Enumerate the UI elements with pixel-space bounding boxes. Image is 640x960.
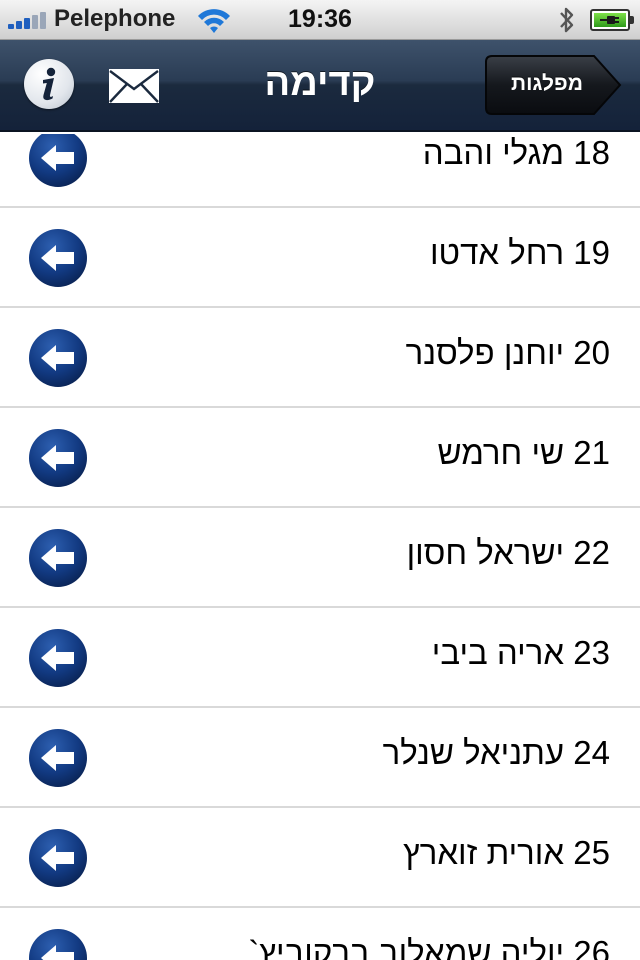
list-item[interactable]: 23 אריה ביבי <box>0 608 640 708</box>
list-item[interactable]: 26 יוליה שמאלוב ברקוביץ` <box>0 908 640 960</box>
candidates-list[interactable]: 18 מגלי והבה 19 רחל אדטו 20 יוחנן פלסנר 21 … <box>0 134 640 960</box>
candidate-number: 24 <box>573 734 610 771</box>
arrow-left-icon[interactable] <box>28 728 88 788</box>
candidate-number: 19 <box>573 234 610 271</box>
candidate-name-text: אריה ביבי <box>431 634 565 671</box>
candidate-name: 25 אורית זוארץ <box>403 834 610 872</box>
candidate-number: 18 <box>573 134 610 171</box>
list-item[interactable]: 22 ישראל חסון <box>0 508 640 608</box>
candidate-name-text: עתניאל שנלר <box>382 734 565 771</box>
candidate-name: 18 מגלי והבה <box>423 134 610 172</box>
battery-icon <box>590 9 634 31</box>
candidate-number: 26 <box>573 934 610 960</box>
candidate-number: 21 <box>573 434 610 471</box>
page-title: קדימה <box>264 62 376 104</box>
arrow-left-icon[interactable] <box>28 528 88 588</box>
mail-icon[interactable] <box>108 68 160 104</box>
info-icon <box>43 67 56 101</box>
list-item[interactable]: 19 רחל אדטו <box>0 208 640 308</box>
bluetooth-icon <box>560 7 574 33</box>
arrow-left-icon[interactable] <box>28 628 88 688</box>
candidate-number: 25 <box>573 834 610 871</box>
clock-time: 19:36 <box>288 5 352 33</box>
list-item[interactable]: 25 אורית זוארץ <box>0 808 640 908</box>
parties-back-button[interactable]: מפלגות <box>484 54 622 116</box>
arrow-left-icon[interactable] <box>28 228 88 288</box>
candidate-name: 26 יוליה שמאלוב ברקוביץ` <box>248 934 610 960</box>
navigation-bar: קדימה מפלגות <box>0 40 640 132</box>
candidate-number: 20 <box>573 334 610 371</box>
status-bar: Pelephone 19:36 <box>0 0 640 40</box>
candidate-name-text: שי חרמש <box>437 434 565 471</box>
list-item[interactable]: 24 עתניאל שנלר <box>0 708 640 808</box>
candidate-name: 19 רחל אדטו <box>430 234 610 272</box>
back-button-label: מפלגות <box>511 72 583 95</box>
candidate-name-text: מגלי והבה <box>422 134 565 171</box>
candidate-name: 22 ישראל חסון <box>407 534 610 572</box>
candidate-name-text: יוליה שמאלוב ברקוביץ` <box>248 934 565 960</box>
candidate-name: 23 אריה ביבי <box>432 634 610 672</box>
arrow-left-icon[interactable] <box>28 134 88 188</box>
candidate-name: 21 שי חרמש <box>437 434 610 472</box>
candidate-name-text: יוחנן פלסנר <box>405 334 565 371</box>
charging-plug-icon <box>600 16 619 24</box>
arrow-left-icon[interactable] <box>28 428 88 488</box>
candidate-name-text: רחל אדטו <box>429 234 565 271</box>
candidate-name-text: ישראל חסון <box>406 534 565 571</box>
list-item[interactable]: 18 מגלי והבה <box>0 134 640 208</box>
candidate-name-text: אורית זוארץ <box>403 834 565 871</box>
candidate-number: 23 <box>573 634 610 671</box>
arrow-left-icon[interactable] <box>28 828 88 888</box>
candidate-name: 20 יוחנן פלסנר <box>406 334 610 372</box>
list-item[interactable]: 20 יוחנן פלסנר <box>0 308 640 408</box>
list-item[interactable]: 21 שי חרמש <box>0 408 640 508</box>
arrow-left-icon[interactable] <box>28 928 88 960</box>
candidate-number: 22 <box>573 534 610 571</box>
arrow-left-icon[interactable] <box>28 328 88 388</box>
candidate-name: 24 עתניאל שנלר <box>383 734 610 772</box>
info-button[interactable] <box>24 59 74 109</box>
